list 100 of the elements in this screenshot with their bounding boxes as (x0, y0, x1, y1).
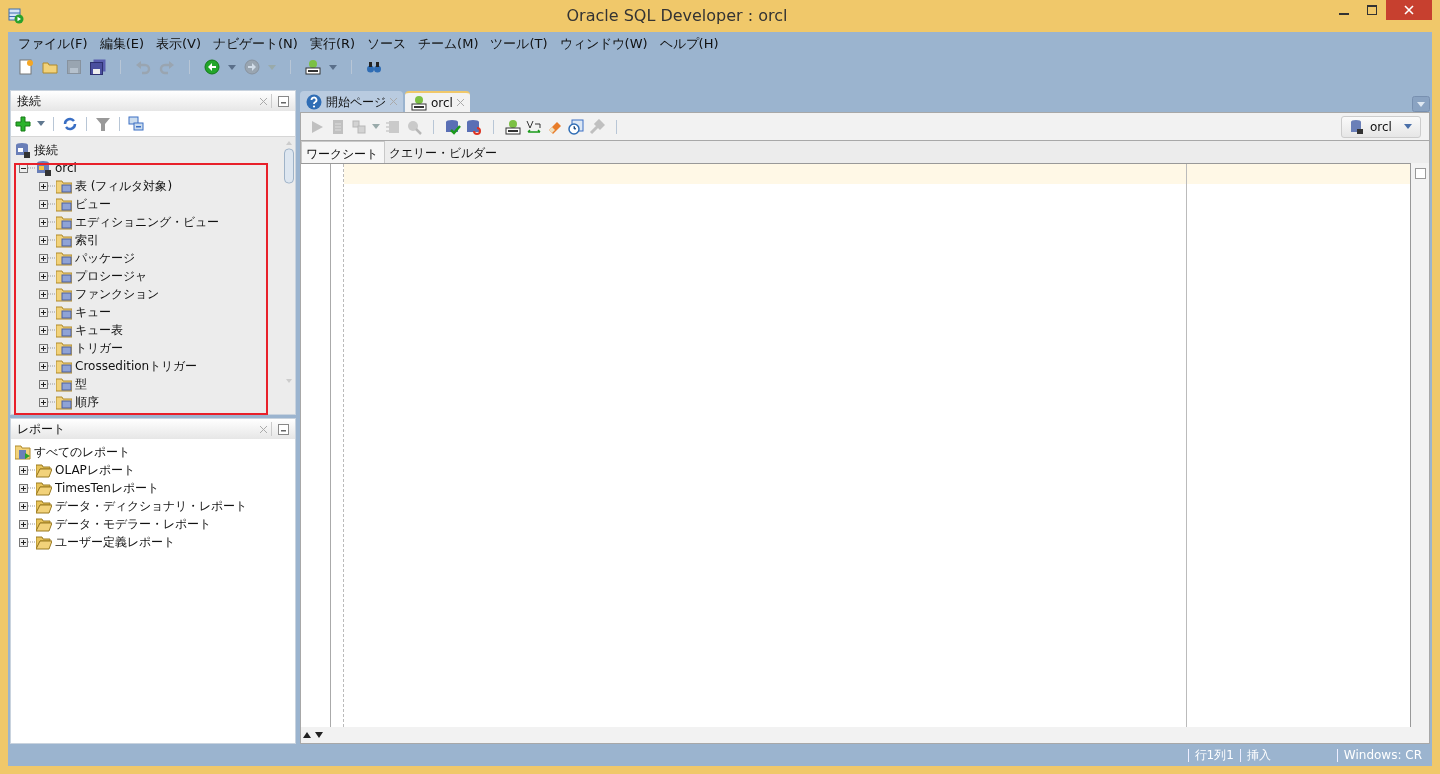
tree-item[interactable]: OLAPレポート (52, 461, 135, 479)
tree-item[interactable]: Crosseditionトリガー (72, 357, 198, 375)
add-icon[interactable] (15, 115, 31, 132)
caret-icon[interactable] (228, 64, 236, 70)
connector-line (48, 221, 56, 223)
expand-icon[interactable] (19, 537, 28, 547)
worksheet-tab[interactable]: ワークシート (301, 141, 385, 163)
menu-item[interactable]: ツール(T) (484, 34, 554, 54)
connector-line (48, 347, 56, 349)
connector-line (48, 383, 56, 385)
scroll-arrows-icon[interactable] (303, 732, 325, 738)
expand-icon[interactable] (39, 361, 48, 371)
caret-icon (1404, 124, 1412, 129)
tree-item[interactable]: プロシージャ (72, 267, 147, 285)
connector-line (48, 275, 56, 277)
menu-item[interactable]: ウィンドウ(W) (553, 34, 654, 54)
tree-item[interactable]: ファンクション (72, 285, 159, 303)
minimize-icon[interactable] (278, 423, 289, 435)
status-item: 挿入 (1239, 748, 1277, 762)
connector-line (48, 329, 56, 331)
collapse-icon[interactable] (19, 163, 28, 173)
menu-item[interactable]: ヘルプ(H) (653, 34, 725, 54)
folder-icon (56, 178, 72, 194)
commit-icon[interactable] (445, 118, 461, 135)
tree-item[interactable]: 表 (フィルタ対象) (72, 177, 173, 195)
expand-icon[interactable] (39, 253, 48, 263)
menu-item[interactable]: チーム(M) (412, 34, 485, 54)
caret-icon[interactable] (329, 64, 337, 70)
folder-icon (56, 214, 72, 230)
expand-icon[interactable] (39, 217, 48, 227)
tree-item[interactable]: 型 (72, 375, 87, 393)
menu-item[interactable]: 表示(V) (150, 34, 208, 54)
open-folder-icon (36, 516, 52, 532)
menu-item[interactable]: 編集(E) (93, 34, 150, 54)
status-item: Windows: CR (1336, 748, 1428, 762)
menu-item[interactable]: 実行(R) (303, 34, 362, 54)
connector-line (28, 487, 36, 489)
connector-line (48, 293, 56, 295)
tree-item[interactable]: TimesTenレポート (52, 479, 159, 497)
binoculars-icon[interactable] (366, 59, 382, 75)
tree-item[interactable]: ユーザー定義レポート (52, 533, 175, 551)
database-icon (1350, 118, 1364, 135)
tree-item[interactable]: データ・モデラー・レポート (52, 515, 211, 533)
tree-item[interactable]: キュー (72, 303, 111, 321)
menu-item[interactable]: ソース (361, 34, 413, 54)
expand-icon[interactable] (19, 483, 28, 493)
close-icon (1404, 5, 1414, 15)
editor-tab[interactable]: orcl (405, 91, 470, 112)
expand-icon[interactable] (39, 397, 48, 407)
caret-icon[interactable] (37, 121, 45, 126)
expand-icon[interactable] (19, 465, 28, 475)
tree-item[interactable]: パッケージ (72, 249, 135, 267)
tab-list-icon[interactable] (1412, 96, 1430, 112)
minimize-icon[interactable] (278, 95, 289, 107)
connector-line (28, 167, 36, 169)
change-case-icon[interactable] (526, 118, 542, 135)
expand-icon[interactable] (39, 289, 48, 299)
tree-item[interactable]: orcl (52, 159, 77, 177)
sql-worksheet-icon (411, 94, 427, 111)
tree-item[interactable]: エディショニング・ビュー (72, 213, 219, 231)
open-folder-icon (36, 498, 52, 514)
sql-worksheet-icon[interactable] (505, 118, 521, 135)
tree-item[interactable]: 索引 (72, 231, 99, 249)
minimize-icon (1339, 12, 1349, 15)
tree-item[interactable]: すべてのレポート (31, 443, 130, 461)
history-icon[interactable] (568, 118, 584, 135)
expand-icon[interactable] (39, 325, 48, 335)
tree-item[interactable]: キュー表 (72, 321, 123, 339)
new-file-icon[interactable] (18, 59, 34, 75)
tree-item[interactable]: 順序 (72, 393, 99, 411)
folder-icon (56, 268, 72, 284)
menu-item[interactable]: ナビゲート(N) (207, 34, 304, 54)
expand-icon[interactable] (39, 271, 48, 281)
tree-item[interactable]: 接続 (31, 141, 58, 159)
panel-title: レポート (17, 421, 66, 438)
expand-icon[interactable] (39, 307, 48, 317)
expand-icon[interactable] (39, 343, 48, 353)
expand-icon[interactable] (19, 519, 28, 529)
menu-item[interactable]: ファイル(F) (12, 34, 94, 54)
worksheet-tab[interactable]: クエリー・ビルダー (385, 141, 503, 163)
tree-item[interactable]: ビュー (72, 195, 111, 213)
expand-icon[interactable] (39, 235, 48, 245)
panel-title: 接続 (17, 93, 42, 110)
checkbox-icon[interactable] (1415, 168, 1426, 179)
back-icon[interactable] (204, 59, 220, 75)
expand-icon[interactable] (39, 181, 48, 191)
save-all-icon[interactable] (90, 59, 106, 75)
tree-item[interactable]: トリガー (72, 339, 123, 357)
folder-icon (56, 358, 72, 374)
tree-item[interactable]: データ・ディクショナリ・レポート (52, 497, 247, 515)
rollback-icon[interactable] (466, 118, 482, 135)
sql-worksheet-icon[interactable] (305, 59, 321, 75)
filter-icon[interactable] (95, 115, 111, 132)
refresh-icon[interactable] (62, 115, 78, 132)
app-icon (8, 8, 24, 24)
connection-dropdown[interactable]: orcl (1341, 115, 1421, 138)
editor-tab[interactable]: 開始ページ (300, 91, 403, 112)
expand-icon[interactable] (19, 501, 28, 511)
expand-icon[interactable] (39, 379, 48, 389)
expand-icon[interactable] (39, 199, 48, 209)
